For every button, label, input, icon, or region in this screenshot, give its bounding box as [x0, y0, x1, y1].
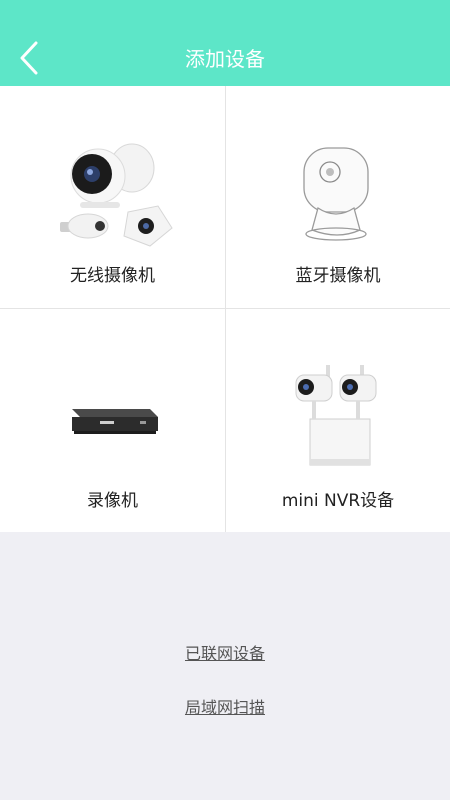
connected-devices-link[interactable]: 已联网设备: [0, 640, 450, 664]
header-bar: 添加设备: [0, 0, 450, 86]
device-grid: 无线摄像机 蓝牙摄像机 录像机 mini NVR设备: [0, 86, 450, 532]
device-label: 录像机: [87, 491, 138, 511]
device-video-recorder[interactable]: 录像机: [0, 309, 225, 532]
device-bluetooth-camera[interactable]: 蓝牙摄像机: [226, 86, 450, 308]
lan-scan-link[interactable]: 局域网扫描: [0, 694, 450, 718]
video-recorder-image: [72, 409, 158, 434]
bluetooth-camera-image: [303, 147, 369, 241]
device-wireless-camera[interactable]: 无线摄像机: [0, 86, 225, 308]
page-title: 添加设备: [185, 47, 265, 71]
device-label: 无线摄像机: [70, 266, 155, 286]
lan-scan-label[interactable]: 局域网扫描: [185, 698, 265, 717]
device-mini-nvr[interactable]: mini NVR设备: [226, 309, 450, 532]
connected-devices-label[interactable]: 已联网设备: [185, 644, 265, 663]
device-label: 蓝牙摄像机: [295, 266, 381, 286]
wireless-camera-image: [60, 143, 173, 247]
mini-nvr-image: [295, 365, 377, 466]
device-label: mini NVR设备: [281, 491, 395, 511]
